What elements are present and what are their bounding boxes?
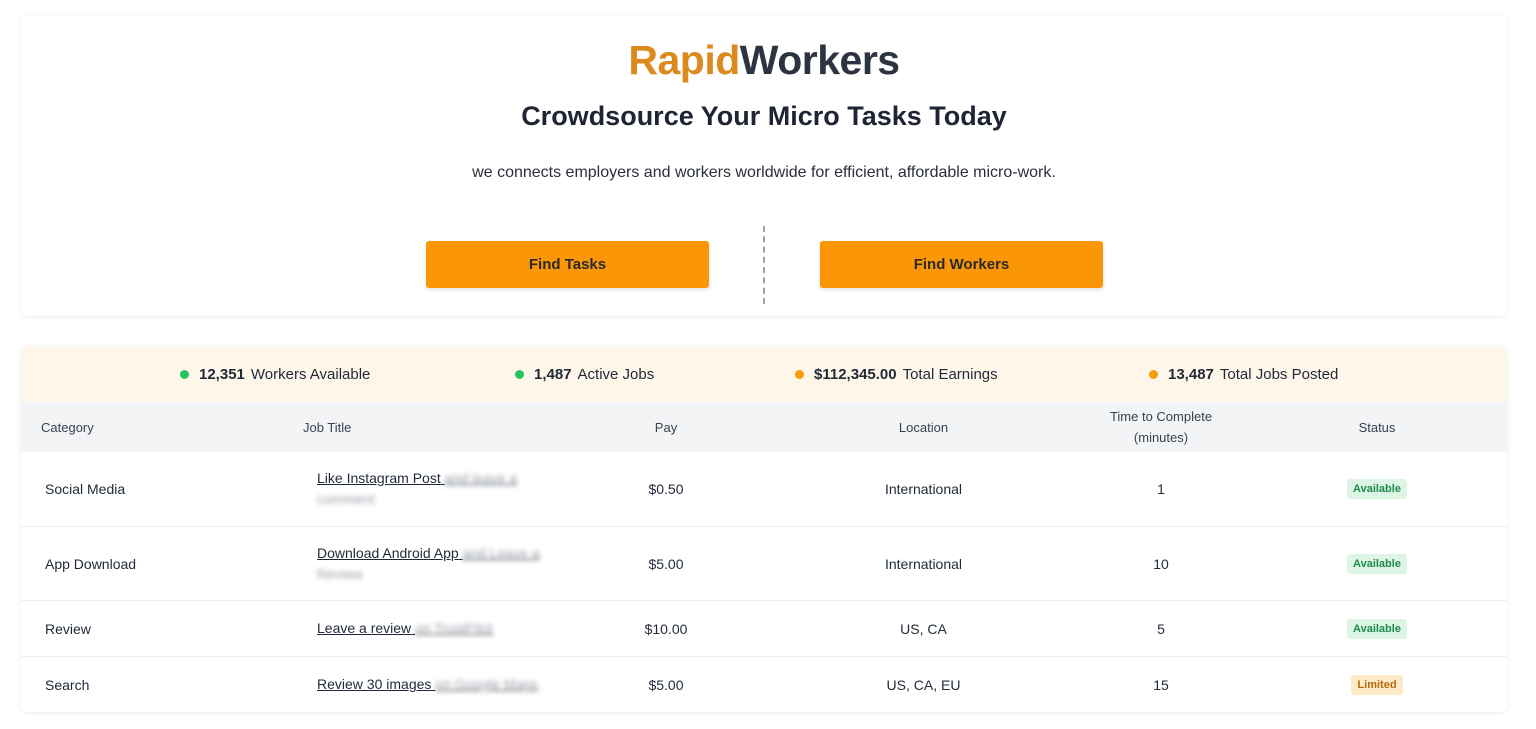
job-title-blurred: comment <box>317 491 375 507</box>
jobs-table-card: 12,351 Workers Available 1,487 Active Jo… <box>21 346 1507 712</box>
green-dot-icon <box>180 369 189 379</box>
header-time-line1: Time to Complete <box>1109 409 1213 424</box>
button-divider <box>763 226 765 304</box>
cell-job-title: Leave a review on TrustPilot <box>317 601 557 656</box>
cell-status: Available <box>1327 527 1427 600</box>
header-time-to-complete[interactable]: Time to Complete (minutes) <box>1081 402 1241 452</box>
status-badge: Limited <box>1351 674 1403 695</box>
page-headline: Crowdsource Your Micro Tasks Today <box>521 101 1007 131</box>
cell-time: 5 <box>1157 620 1165 637</box>
status-badge: Available <box>1347 553 1407 574</box>
cell-category: Social Media <box>45 481 126 497</box>
status-badge: Available <box>1347 479 1407 499</box>
header-time-line2: (minutes) <box>1133 430 1189 445</box>
table-row: App Download Download Android App and Le… <box>21 527 1507 601</box>
brand-logo[interactable]: RapidWorkers <box>21 37 1507 84</box>
stat-label: Active Jobs <box>577 365 655 383</box>
cell-time: 1 <box>1157 481 1165 497</box>
cell-location: US, CA, EU <box>886 676 961 693</box>
stat-value: $112,345.00 <box>814 365 897 383</box>
cell-pay: $5.00 <box>648 676 684 693</box>
header-job-title[interactable]: Job Title <box>303 402 351 452</box>
cell-status: Available <box>1327 452 1427 526</box>
cell-category: App Download <box>45 555 137 572</box>
cell-location: US, CA <box>900 620 947 637</box>
page-subheadline: we connects employers and workers worldw… <box>472 164 1056 181</box>
cell-pay: $5.00 <box>648 555 684 572</box>
status-badge: Available <box>1347 618 1407 639</box>
stat-total-jobs-posted: 13,487 Total Jobs Posted <box>1149 346 1338 402</box>
hero-card: RapidWorkers Crowdsource Your Micro Task… <box>21 15 1507 316</box>
header-pay[interactable]: Pay <box>616 402 716 452</box>
job-title-link[interactable]: Leave a review on TrustPilot <box>317 618 493 639</box>
cell-status: Limited <box>1327 657 1427 712</box>
job-title-link[interactable]: Like Instagram Post and leave a <box>317 470 517 486</box>
header-status[interactable]: Status <box>1327 402 1427 452</box>
cell-pay: $0.50 <box>648 481 684 497</box>
cell-job-title: Review 30 images on Google Maps <box>317 657 557 712</box>
cell-status: Available <box>1327 601 1427 656</box>
stat-total-earnings: $112,345.00 Total Earnings <box>795 346 998 402</box>
cell-category: Review <box>45 620 91 637</box>
cell-job-title: Like Instagram Post and leave a comment <box>317 452 557 526</box>
stat-workers-available: 12,351 Workers Available <box>180 346 370 402</box>
brand-logo-part2: Workers <box>739 37 900 83</box>
cell-category: Search <box>45 676 90 693</box>
table-row: Search Review 30 images on Google Maps $… <box>21 657 1507 712</box>
cell-time: 10 <box>1153 555 1169 572</box>
job-title-link[interactable]: Review 30 images on Google Maps <box>317 674 538 695</box>
orange-dot-icon <box>1149 369 1158 379</box>
cell-pay: $10.00 <box>644 620 688 637</box>
job-title-blurred: Review <box>317 565 363 582</box>
find-tasks-button[interactable]: Find Tasks <box>426 241 709 288</box>
cell-job-title: Download Android App and Leave a Review <box>317 527 557 600</box>
stat-value: 12,351 <box>199 365 245 383</box>
stat-label: Workers Available <box>250 365 371 383</box>
job-title-link[interactable]: Download Android App and Leave a <box>317 545 540 561</box>
brand-logo-part1: Rapid <box>628 37 740 83</box>
table-row: Review Leave a review on TrustPilot $10.… <box>21 601 1507 657</box>
stat-value: 13,487 <box>1168 365 1214 383</box>
table-header: Category Job Title Pay Location Time to … <box>21 402 1507 452</box>
find-workers-button[interactable]: Find Workers <box>820 241 1103 288</box>
cell-location: International <box>884 481 963 497</box>
table-row: Social Media Like Instagram Post and lea… <box>21 452 1507 527</box>
cell-time: 15 <box>1153 676 1169 693</box>
stat-value: 1,487 <box>534 365 572 383</box>
stats-bar: 12,351 Workers Available 1,487 Active Jo… <box>21 346 1507 402</box>
header-category[interactable]: Category <box>41 402 94 452</box>
stat-label: Total Jobs Posted <box>1219 365 1339 383</box>
orange-dot-icon <box>795 369 804 379</box>
stat-active-jobs: 1,487 Active Jobs <box>515 346 654 402</box>
stat-label: Total Earnings <box>902 365 998 383</box>
cell-location: International <box>884 555 963 572</box>
header-location[interactable]: Location <box>851 402 996 452</box>
green-dot-icon <box>515 369 524 379</box>
